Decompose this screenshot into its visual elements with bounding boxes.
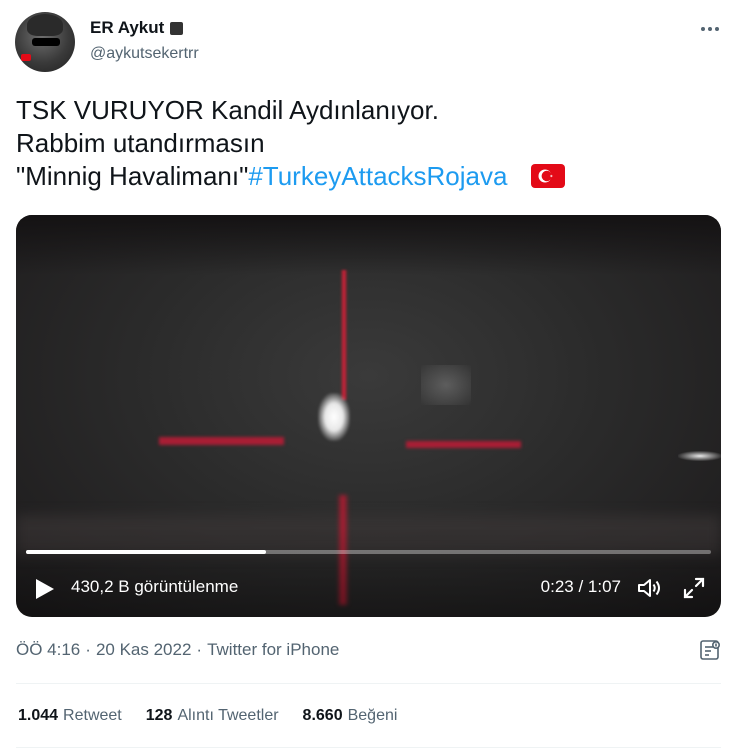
dot-icon	[701, 27, 705, 31]
more-options-button[interactable]	[695, 14, 725, 44]
separator: ·	[85, 640, 91, 659]
tweet-stats: 1.044 Retweet 128 Alıntı Tweetler 8.660 …	[18, 707, 397, 725]
likes-label: Beğeni	[347, 707, 398, 724]
retweets-stat[interactable]: 1.044 Retweet	[18, 707, 122, 725]
quote-tweets-stat[interactable]: 128 Alıntı Tweetler	[146, 707, 279, 725]
square-badge-icon	[170, 21, 184, 35]
video-target-flash	[318, 393, 350, 441]
separator: ·	[196, 640, 203, 659]
divider	[16, 683, 721, 684]
tweet-source[interactable]: Twitter for iPhone	[207, 640, 339, 660]
analytics-icon[interactable]	[698, 638, 722, 662]
reticle-line	[406, 441, 521, 448]
reticle-line	[159, 437, 284, 445]
video-time: 0:23 / 1:07	[540, 577, 621, 596]
avatar[interactable]	[15, 12, 75, 72]
quote-tweets-count: 128	[145, 707, 173, 724]
view-count: 430,2 B görüntülenme	[71, 577, 239, 596]
avatar-glasses	[32, 38, 60, 46]
tweet-line-1: TSK VURUYOR Kandil Aydınlanıyor.	[16, 95, 439, 125]
video-progress-fill	[26, 550, 266, 554]
video-progress-bar[interactable]	[26, 550, 711, 554]
tweet-line-2: Rabbim utandırmasın	[16, 128, 265, 158]
dot-icon	[708, 27, 712, 31]
retweets-label: Retweet	[63, 707, 122, 724]
tweet-header: ER Aykut @aykutsekertrr	[15, 12, 725, 74]
display-name[interactable]: ER Aykut	[90, 18, 164, 38]
tweet-date[interactable]: 20 Kas 2022	[96, 640, 191, 660]
volume-icon[interactable]	[636, 575, 662, 601]
likes-stat[interactable]: 8.660 Beğeni	[303, 707, 398, 725]
likes-count: 8.660	[302, 707, 343, 724]
tweet-meta: ÖÖ 4:16 · 20 Kas 2022 · Twitter for iPho…	[16, 640, 339, 660]
dot-icon	[715, 27, 719, 31]
hashtag-link[interactable]: #TurkeyAttacksRojava	[248, 161, 507, 191]
avatar-flag	[21, 54, 31, 61]
retweets-count: 1.044	[18, 707, 59, 724]
tweet-quote-text: "Minnig Havalimanı"	[16, 161, 249, 191]
tweet-text: TSK VURUYOR Kandil Aydınlanıyor. Rabbim …	[16, 94, 716, 193]
tweet-line-3: "Minnig Havalimanı"#TurkeyAttacksRojava	[16, 160, 716, 193]
reticle-line	[341, 270, 347, 400]
fullscreen-icon[interactable]	[681, 575, 707, 601]
avatar-hair	[27, 14, 63, 36]
divider	[16, 747, 721, 748]
turkey-flag-icon	[531, 164, 566, 188]
quote-tweets-label: Alıntı Tweetler	[177, 707, 279, 724]
play-icon[interactable]	[34, 577, 56, 601]
name-row: ER Aykut	[90, 18, 184, 38]
tweet-time[interactable]: ÖÖ 4:16	[16, 640, 80, 660]
user-handle[interactable]: @aykutsekertrr	[90, 45, 199, 63]
video-player[interactable]: 430,2 B görüntülenme 0:23 / 1:07	[16, 215, 721, 617]
